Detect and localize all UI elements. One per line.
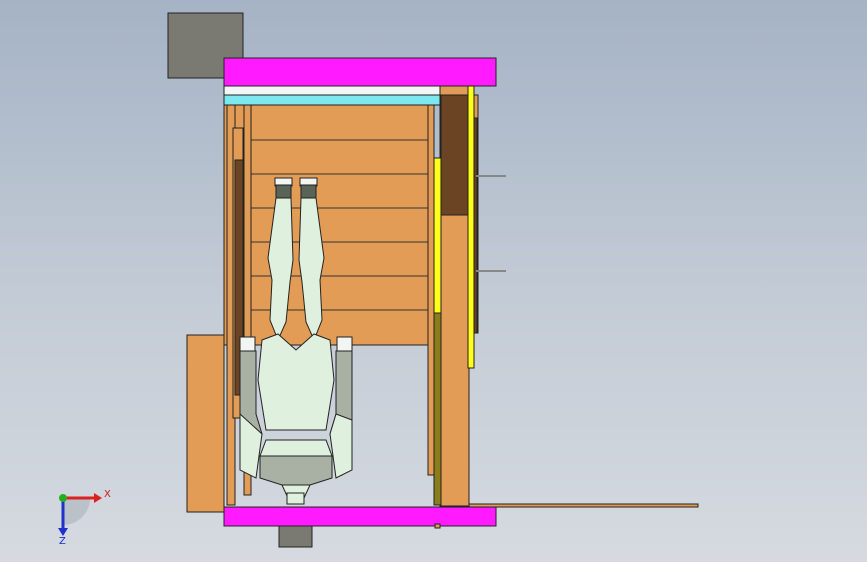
head[interactable] bbox=[286, 492, 305, 505]
z-axis-label: Z bbox=[59, 536, 66, 547]
z-axis-arrow bbox=[58, 528, 68, 536]
cabin-back-wall[interactable] bbox=[223, 84, 433, 346]
right-boot-sole[interactable] bbox=[300, 184, 317, 199]
right-arm-upper[interactable] bbox=[329, 413, 353, 479]
left-boot-sole[interactable] bbox=[275, 184, 292, 199]
right-yellow-strip[interactable] bbox=[467, 85, 475, 369]
coordinate-triad: X Z bbox=[58, 489, 111, 547]
top-magenta-beam[interactable] bbox=[223, 57, 497, 87]
y-axis-dot bbox=[59, 494, 67, 502]
cad-viewport[interactable]: X Z bbox=[0, 0, 867, 562]
x-axis-arrow bbox=[94, 493, 102, 503]
torso[interactable] bbox=[257, 333, 335, 431]
bottom-magenta-beam[interactable] bbox=[223, 506, 497, 527]
left-hand[interactable] bbox=[239, 336, 256, 352]
triad-quarter-disc bbox=[63, 498, 90, 525]
top-white-strip[interactable] bbox=[223, 85, 441, 96]
bottom-pin[interactable] bbox=[434, 523, 441, 529]
x-axis-label: X bbox=[104, 489, 111, 500]
right-frame-thin[interactable] bbox=[427, 104, 435, 476]
bottom-gray-block[interactable] bbox=[278, 525, 313, 548]
right-door-dark-panel[interactable] bbox=[440, 94, 469, 216]
right-yellow-upper[interactable] bbox=[433, 157, 442, 314]
right-olive-lower[interactable] bbox=[433, 312, 442, 506]
chest[interactable] bbox=[259, 439, 333, 457]
shoulders[interactable] bbox=[259, 455, 333, 486]
top-cyan-strip[interactable] bbox=[223, 94, 441, 106]
right-hand[interactable] bbox=[336, 336, 353, 352]
left-side-box[interactable] bbox=[186, 334, 225, 513]
floor-board-extension[interactable] bbox=[468, 503, 699, 508]
